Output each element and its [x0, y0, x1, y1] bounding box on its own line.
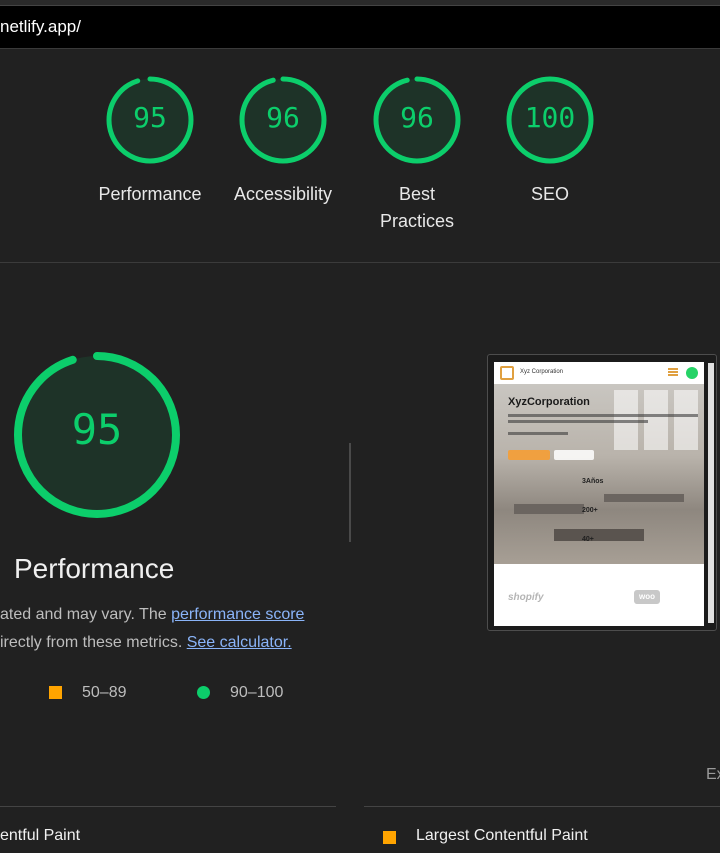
metric-divider	[364, 806, 720, 807]
hero-text-line	[508, 420, 648, 423]
gauge-label: Best Practices	[352, 181, 482, 235]
woo-logo: woo	[634, 590, 660, 604]
orange-square-icon	[49, 686, 62, 699]
hero-primary-button	[508, 450, 550, 460]
vertical-divider	[349, 443, 351, 542]
brand-logo-icon	[500, 366, 514, 380]
gauge-label: Performance	[98, 184, 202, 204]
metric-first-contentful-paint: entful Paint	[0, 827, 81, 844]
hero-window	[674, 390, 698, 450]
whatsapp-icon	[686, 367, 698, 379]
screenshot-hero	[494, 384, 704, 564]
performance-description-line2: irectly from these metrics. See calculat…	[0, 634, 292, 652]
stat-projects: 40+	[582, 536, 594, 543]
final-screenshot[interactable]: Xyz Corporation XyzCorporation 3Años 200…	[487, 354, 717, 631]
gauge-label-line: Practices	[379, 211, 455, 231]
shopify-logo: shopify	[508, 592, 544, 603]
screenshot-page: Xyz Corporation XyzCorporation 3Años 200…	[494, 362, 704, 626]
address-bar[interactable]: netlify.app/	[0, 6, 720, 49]
performance-title: Performance	[14, 553, 175, 584]
hero-text-line	[508, 414, 698, 417]
hero-secondary-button	[554, 450, 594, 460]
legend-average-range: 50–89	[82, 684, 127, 701]
performance-score: 95	[71, 405, 123, 454]
metric-divider	[0, 806, 336, 807]
legend-pass-range: 90–100	[230, 684, 284, 701]
gauge-score: 96	[400, 101, 434, 134]
see-calculator-link[interactable]: See calculator.	[187, 634, 292, 651]
hero-text-line	[508, 432, 568, 435]
gauge-label: Accessibility	[233, 184, 333, 204]
hero-desk	[554, 529, 644, 541]
expand-view-toggle[interactable]: Ex	[706, 766, 720, 784]
performance-score-link[interactable]: performance score	[171, 606, 304, 623]
gauge-label-line: Best	[398, 184, 436, 204]
screenshot-scrollbar[interactable]	[708, 363, 714, 623]
performance-description-line1: ated and may vary. The performance score	[0, 606, 304, 624]
hero-desk	[514, 504, 584, 514]
gauge-score: 100	[524, 101, 576, 134]
url-text[interactable]: netlify.app/	[0, 17, 81, 37]
gauge-best-practices[interactable]: 96 Best Practices	[352, 75, 482, 231]
description-text: irectly from these metrics.	[0, 634, 187, 651]
metric-largest-contentful-paint: Largest Contentful Paint	[416, 827, 588, 844]
green-circle-icon	[197, 686, 210, 699]
screenshot-brand: Xyz Corporation	[520, 369, 564, 375]
description-text: ated and may vary. The	[0, 606, 172, 623]
hamburger-menu-icon	[668, 368, 678, 376]
section-divider	[0, 262, 720, 263]
screenshot-hero-title: XyzCorporation	[508, 396, 590, 408]
gauge-accessibility[interactable]: 96 Accessibility	[218, 75, 348, 204]
stat-clients: 200+	[582, 507, 598, 514]
category-gauges: 95 Performance 96 Accessibility 96 Best …	[0, 75, 720, 245]
gauge-score: 96	[266, 101, 300, 134]
orange-square-icon	[383, 831, 396, 844]
hero-desk	[604, 494, 684, 502]
stat-years: 3Años	[582, 478, 604, 485]
gauge-score: 95	[133, 101, 167, 134]
gauge-performance[interactable]: 95 Performance	[85, 75, 215, 204]
gauge-seo[interactable]: 100 SEO	[485, 75, 615, 204]
gauge-label: SEO	[530, 184, 569, 204]
screenshot-header: Xyz Corporation	[494, 362, 704, 384]
